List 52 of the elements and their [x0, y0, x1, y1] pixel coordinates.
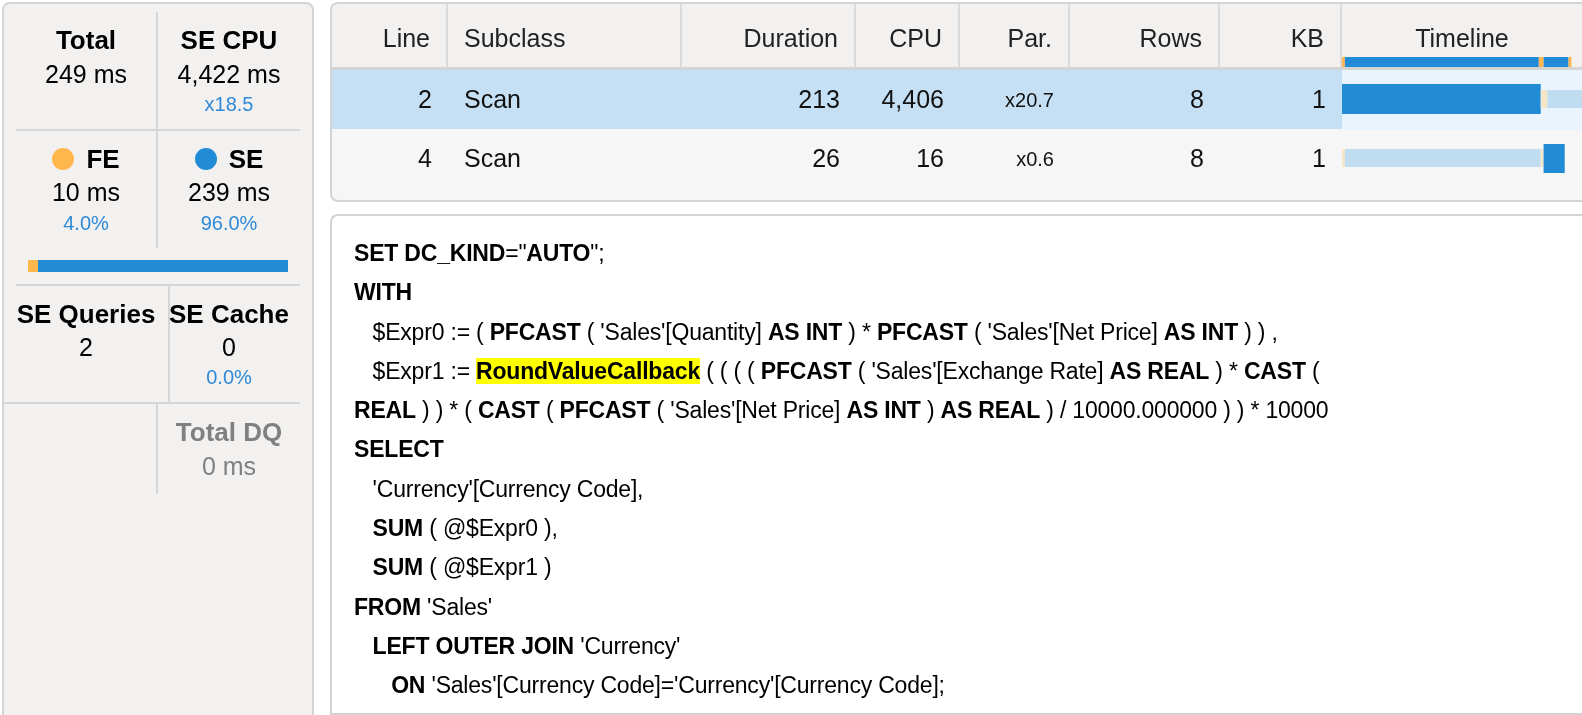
- stat-label: SE CPU: [180, 24, 278, 57]
- column-header[interactable]: Par.: [960, 4, 1070, 67]
- table-cell-text: 213: [797, 83, 841, 115]
- code-line: SUM ( @$Expr1 ): [371, 553, 553, 583]
- stat-label: Total DQ: [175, 416, 283, 449]
- code-line: 'Currency'[Currency Code],: [371, 474, 645, 504]
- table-cell-text: 8: [1189, 83, 1205, 115]
- code-line: SELECT: [354, 435, 445, 465]
- stat-value: 10 ms: [51, 177, 121, 209]
- code-line: ON 'Sales'[Currency Code]='Currency'[Currency Code];: [390, 671, 946, 701]
- code-line: SET DC_KIND="AUTO";: [354, 239, 606, 268]
- stat-label: Total: [55, 24, 117, 57]
- stat-value: 239 ms: [188, 177, 270, 209]
- table-cell-text: 1: [1311, 142, 1327, 174]
- stat-value: 0 ms: [201, 450, 257, 482]
- table-cell-text: 2: [417, 83, 433, 115]
- table-cell-text: 4,406: [880, 83, 945, 115]
- code-line: REAL ) ) * ( CAST ( PFCAST ( 'Sales'[Net Price] AS INT ) AS REAL ) / 10000.000000 ) ) * 10000: [354, 396, 1330, 426]
- code-line: $Expr0 := ( PFCAST ( 'Sales'[Quantity] AS INT ) * PFCAST ( 'Sales'[Net Price] AS INT ) ) ,: [371, 317, 1279, 347]
- stat-value: 2: [79, 332, 93, 363]
- column-header[interactable]: Line: [332, 4, 448, 67]
- code-line: LEFT OUTER JOIN 'Currency': [371, 631, 682, 661]
- table-cell-text: 1: [1311, 83, 1327, 115]
- table-cell-text: 26: [811, 142, 841, 174]
- table-cell-text: Scan: [463, 142, 522, 174]
- code-line: $Expr1 := RoundValueCallback ( ( ( ( PFCAST ( 'Sales'[Exchange Rate] AS REAL ) * CAST (: [371, 356, 1321, 386]
- stat-label: SE Queries: [16, 297, 156, 330]
- table-cell-text: Scan: [463, 83, 522, 115]
- table-row[interactable]: 2 Scan 213 4,406 x20.7 8 1: [332, 70, 1582, 129]
- column-header[interactable]: CPU: [856, 4, 960, 67]
- stat-label: SE: [228, 142, 264, 176]
- stat-label: FE: [86, 142, 120, 176]
- stat-value: 249 ms: [45, 58, 127, 90]
- table-cell-text: 4: [417, 142, 433, 174]
- stat-value: 0: [222, 332, 236, 363]
- table-cell-text: x0.6: [1015, 146, 1055, 172]
- table-cell-text: x20.7: [1004, 87, 1055, 113]
- code-line: SUM ( @$Expr0 ),: [371, 514, 559, 544]
- code-line: FROM 'Sales': [354, 592, 494, 622]
- stat-value: 4,422 ms: [177, 58, 281, 90]
- code-line: WITH: [354, 278, 413, 308]
- column-header[interactable]: Duration: [682, 4, 856, 67]
- table-cell-text: 16: [915, 142, 945, 174]
- stat-ratio: x18.5: [204, 91, 254, 117]
- column-header[interactable]: Timeline: [1342, 4, 1582, 67]
- stat-percent: 4.0%: [63, 210, 109, 236]
- stat-label: SE Cache: [169, 297, 289, 330]
- column-header[interactable]: Subclass: [448, 4, 682, 67]
- stat-percent: 96.0%: [200, 210, 258, 236]
- stat-percent: 0.0%: [206, 365, 252, 391]
- table-cell-text: 8: [1189, 142, 1205, 174]
- column-header[interactable]: Rows: [1070, 4, 1220, 67]
